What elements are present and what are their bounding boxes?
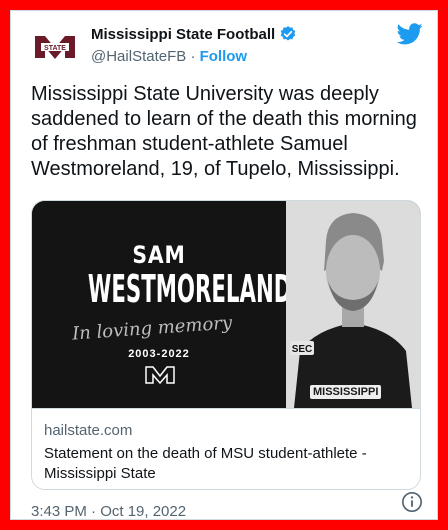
jersey-lettering: MISSISSIPPI [310, 385, 382, 399]
avatar[interactable]: STATE [31, 23, 79, 71]
msu-m-logo-icon [145, 366, 175, 385]
graphic-script-text: In loving memory [71, 312, 233, 345]
handle-separator: · [190, 48, 196, 65]
avatar-logo-text: STATE [44, 45, 66, 52]
link-domain: hailstate.com [44, 422, 133, 439]
tweet-timestamp[interactable]: 3:43 PM · Oct 19, 2022 [31, 503, 186, 520]
info-icon[interactable] [401, 491, 423, 513]
verified-badge-icon [280, 26, 296, 41]
name-row: Mississippi State Football [91, 25, 297, 43]
twitter-bird-icon[interactable] [397, 23, 423, 45]
handle-row: @HailStateFB · Follow [91, 48, 247, 65]
graphic-first-name: SAM [132, 241, 186, 269]
svg-text:SEC: SEC [292, 344, 313, 355]
tweet-header: STATE Mississippi State Football @HailSt… [31, 23, 423, 71]
tweet-card: STATE Mississippi State Football @HailSt… [10, 10, 438, 520]
memorial-graphic: SAM WESTMORELAND In loving memory 2003-2… [32, 201, 292, 408]
player-photo-drawing: SEC [286, 201, 420, 408]
link-preview-card[interactable]: SAM WESTMORELAND In loving memory 2003-2… [31, 200, 421, 490]
tweet-text: Mississippi State University was deeply … [31, 83, 417, 180]
graphic-last-name: WESTMORELAND [87, 267, 292, 311]
link-title[interactable]: Statement on the death of MSU student-at… [44, 444, 404, 484]
account-handle[interactable]: @HailStateFB [91, 48, 186, 65]
player-photo: SEC MISSISSIPPI [286, 201, 420, 408]
link-info[interactable]: hailstate.com Statement on the death of … [32, 408, 420, 489]
preview-image[interactable]: SAM WESTMORELAND In loving memory 2003-2… [32, 201, 420, 408]
graphic-years: 2003-2022 [128, 348, 190, 360]
account-name[interactable]: Mississippi State Football [91, 26, 275, 43]
follow-button[interactable]: Follow [200, 48, 248, 65]
msu-logo-icon: STATE [35, 36, 75, 59]
